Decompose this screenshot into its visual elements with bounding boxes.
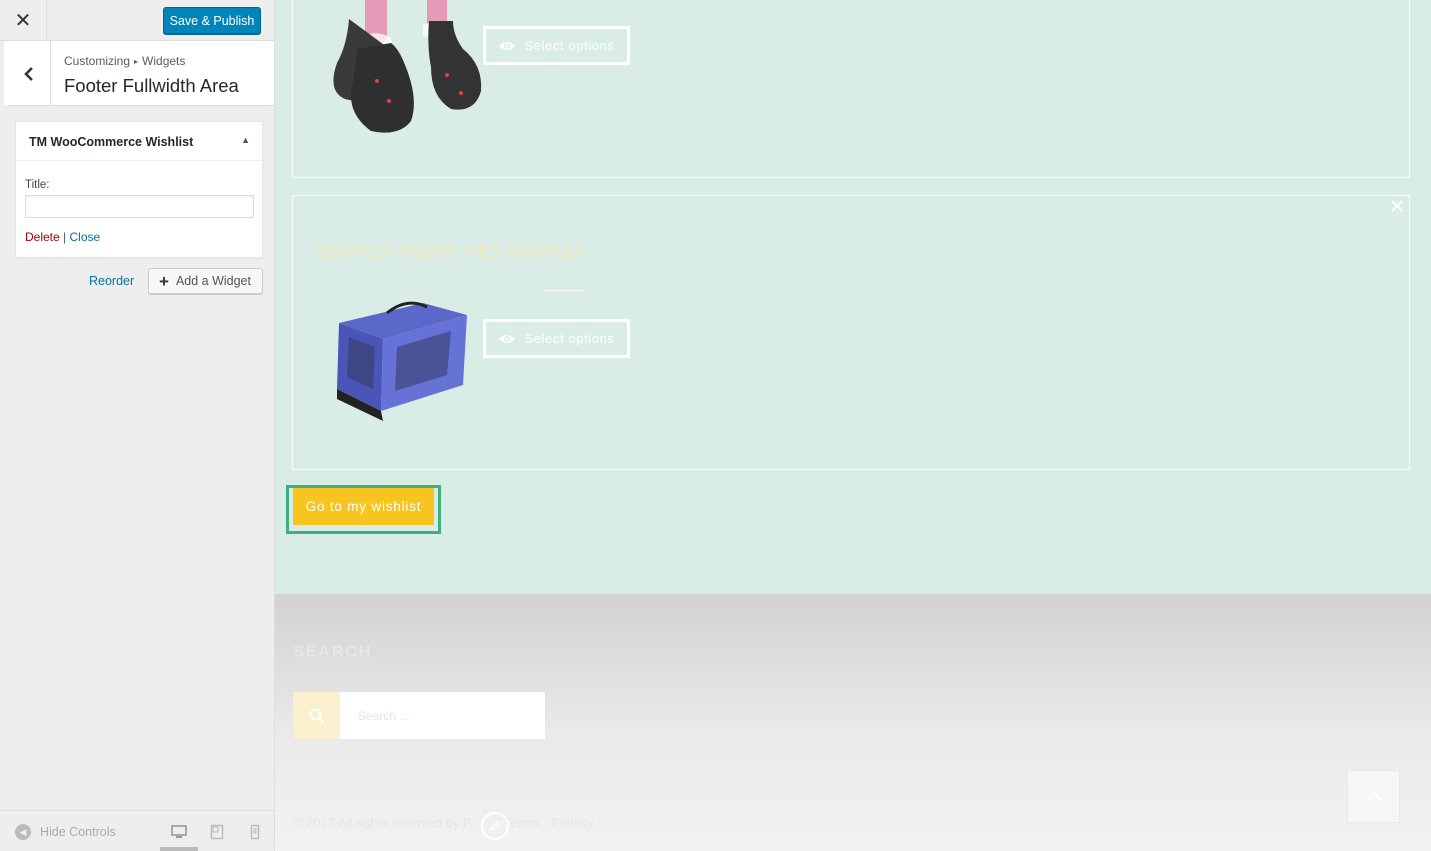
go-to-wishlist-button[interactable]: Go to my wishlist	[293, 488, 434, 525]
section-title: Footer Fullwidth Area	[64, 75, 239, 96]
product-image-pet-boots	[333, 0, 482, 133]
widget-actions: Delete | Close	[25, 230, 100, 244]
plus-icon: +	[159, 271, 169, 291]
add-widget-button[interactable]: + Add a Widget	[148, 268, 263, 294]
pencil-icon	[490, 820, 501, 831]
title-field-label: Title:	[25, 179, 50, 191]
product-image-pet-carrier	[337, 301, 467, 421]
action-separator: |	[63, 230, 67, 244]
hide-controls-button[interactable]: ◀ Hide Controls	[15, 824, 116, 840]
mobile-preview-button[interactable]	[246, 823, 264, 841]
save-publish-button[interactable]: Save & Publish	[163, 7, 261, 34]
breadcrumb-root: Customizing	[64, 54, 131, 68]
section-header: Customizing ▸ Widgets Footer Fullwidth Are…	[4, 41, 274, 106]
wishlist-product-card: ✕ EASIPET FABRIC PET CARRIER Select opti…	[292, 195, 1410, 470]
select-options-label: Select options	[524, 38, 615, 53]
customizer-close-button[interactable]: ✕	[0, 0, 47, 41]
back-button[interactable]	[8, 41, 51, 106]
select-options-button[interactable]: Select options	[483, 319, 630, 358]
eye-icon	[499, 41, 516, 50]
title-divider	[545, 290, 585, 291]
collapse-left-icon: ◀	[15, 824, 31, 840]
eye-icon	[499, 334, 516, 343]
wishlist-product-card: Select options	[292, 0, 1410, 178]
privacy-link[interactable]: Privacy	[551, 815, 594, 830]
search-widget-heading: SEARCH	[293, 643, 373, 661]
search-icon	[309, 708, 324, 723]
product-title[interactable]: EASIPET FABRIC PET CARRIER	[317, 242, 586, 262]
add-widget-label: Add a Widget	[175, 274, 251, 288]
breadcrumb-separator-icon: ▸	[134, 57, 139, 66]
breadcrumb: Customizing ▸ Widgets	[64, 54, 185, 68]
tablet-preview-button[interactable]	[208, 823, 226, 841]
active-device-indicator	[160, 847, 198, 851]
widget-panel: TM WooCommerce Wishlist ▲ Title: Delete …	[15, 121, 263, 258]
select-options-label: Select options	[524, 331, 615, 346]
tablet-icon	[210, 824, 224, 840]
mobile-icon	[250, 824, 260, 840]
customizer-header: ✕ Save & Publish	[0, 0, 274, 41]
copyright-text: © 2017 All rights reserved by P / Terms …	[293, 815, 594, 830]
widget-title: TM WooCommerce Wishlist	[29, 135, 194, 149]
customizer-sidebar: ✕ Save & Publish Customizing ▸ Widgets Foo…	[0, 0, 275, 851]
copyright-prefix: © 2017 All rights reserved by	[293, 815, 460, 830]
collapse-arrow-icon[interactable]: ▲	[241, 135, 250, 145]
search-input[interactable]	[340, 692, 545, 739]
delete-link[interactable]: Delete	[25, 230, 60, 244]
site-footer: SEARCH © 2017 All rights reserved by P /…	[275, 594, 1431, 851]
breadcrumb-current: Widgets	[142, 54, 186, 68]
desktop-icon	[171, 825, 187, 838]
customizer-footer: ◀ Hide Controls	[0, 810, 274, 851]
chevron-left-icon	[24, 66, 33, 81]
search-form	[293, 692, 545, 739]
desktop-preview-button[interactable]	[170, 823, 188, 841]
remove-item-close-icon[interactable]: ✕	[1389, 198, 1405, 217]
close-icon: ✕	[14, 10, 32, 32]
terms-link[interactable]: Terms	[504, 815, 539, 830]
scroll-to-top-button[interactable]	[1347, 770, 1400, 823]
footer-dot: ·	[543, 815, 548, 830]
hide-controls-label: Hide Controls	[40, 825, 116, 839]
close-link[interactable]: Close	[70, 230, 101, 244]
site-preview: Select options ✕ EASIPET FABRIC PET CARR…	[275, 0, 1431, 851]
reorder-link[interactable]: Reorder	[89, 274, 134, 288]
search-submit-button[interactable]	[293, 692, 340, 739]
widget-header[interactable]: TM WooCommerce Wishlist ▲	[16, 122, 262, 161]
title-field[interactable]	[25, 195, 254, 218]
brand-link[interactable]: P	[463, 815, 471, 830]
select-options-button[interactable]: Select options	[483, 26, 630, 65]
edit-shortcut-button[interactable]	[481, 812, 509, 840]
chevron-up-icon	[1364, 791, 1383, 802]
